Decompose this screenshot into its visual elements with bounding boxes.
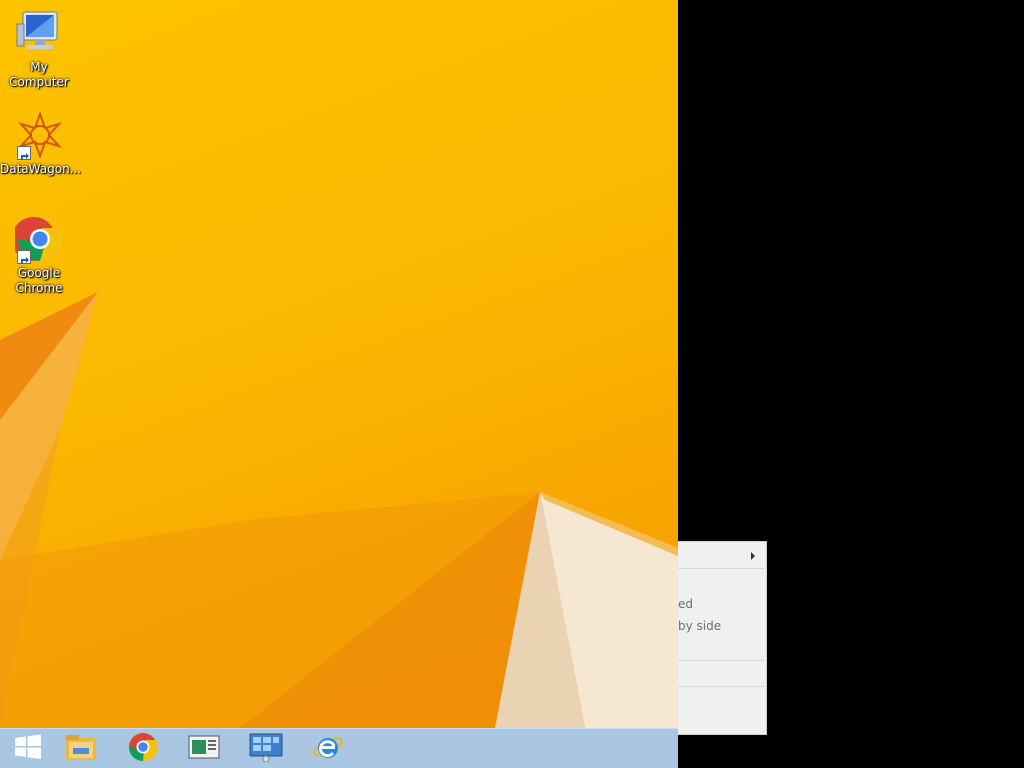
context-menu-item[interactable] [678,664,766,686]
control-panel-icon [249,732,283,766]
taskbar [0,728,678,768]
internet-explorer-icon [312,732,344,766]
menu-separator [678,568,764,569]
desktop-icon-my-computer[interactable]: My Computer [0,10,78,90]
desktop: My Computer DataWagon... Google Chrome [0,0,678,728]
desktop-icon-google-chrome[interactable]: Google Chrome [0,216,78,296]
taskbar-server-manager[interactable] [176,731,232,767]
menu-separator [678,686,764,687]
context-menu-item[interactable]: by side [678,615,766,637]
context-menu: ed by side [678,541,767,735]
taskbar-internet-explorer[interactable] [300,731,356,767]
taskbar-chrome[interactable] [115,731,171,767]
start-button[interactable] [0,731,56,767]
desktop-icon-label: My Computer [9,60,69,89]
file-explorer-icon [64,732,98,766]
context-menu-item-submenu[interactable] [678,544,766,566]
context-menu-item[interactable] [678,692,766,714]
context-menu-item[interactable]: ed [678,593,766,615]
chrome-icon [128,732,158,766]
menu-separator [678,660,764,661]
desktop-icon-label: Google Chrome [15,266,63,295]
taskbar-file-explorer[interactable] [53,731,109,767]
shortcut-arrow-icon [17,250,31,264]
windows-start-icon [14,734,42,764]
wallpaper [0,292,678,728]
desktop-icon-label: DataWagon... [0,162,82,176]
server-manager-icon [188,733,220,765]
datawagon-icon [15,111,63,160]
computer-icon [15,10,63,58]
shortcut-arrow-icon [17,146,31,160]
chrome-icon [11,216,63,264]
taskbar-control-panel[interactable] [238,731,294,767]
desktop-icon-datawagon[interactable]: DataWagon... [0,111,82,177]
submenu-arrow-icon [751,552,755,560]
